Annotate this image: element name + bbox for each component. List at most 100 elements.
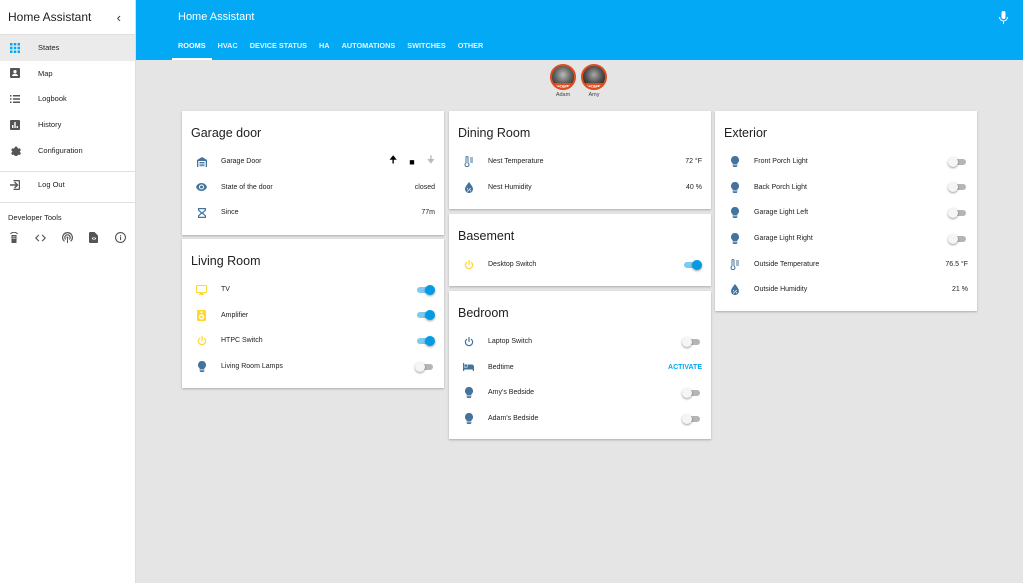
- lightbulb-icon: [463, 413, 474, 425]
- chart-icon: [9, 119, 21, 131]
- sidebar-item-logbook[interactable]: Logbook: [0, 86, 135, 112]
- entity-row[interactable]: Back Porch Light: [715, 175, 977, 201]
- cover-controls: 🠉 ■ 🠋: [389, 153, 435, 170]
- tv-toggle[interactable]: [415, 284, 435, 295]
- card-title: Living Room: [191, 254, 261, 268]
- entity-row[interactable]: Adam's Bedside: [449, 406, 711, 432]
- entity-row[interactable]: Outside Temperature 76.5 °F: [715, 251, 977, 277]
- tab-hvac[interactable]: HVAC: [212, 38, 244, 60]
- avatar: HOME: [581, 64, 607, 90]
- sidebar-item-logout[interactable]: Log Out: [0, 172, 135, 198]
- bed-icon: [463, 362, 474, 373]
- entity-row[interactable]: Laptop Switch: [449, 329, 711, 355]
- tv-icon: [196, 284, 207, 295]
- stop-icon[interactable]: ■: [409, 157, 414, 167]
- power-icon: [463, 259, 474, 270]
- entity-name: Living Room Lamps: [221, 363, 283, 371]
- status-badge: HOME: [553, 83, 573, 88]
- entity-name: Adam's Bedside: [488, 415, 539, 423]
- sidebar-item-label: Logbook: [38, 94, 67, 104]
- entity-row[interactable]: Nest Temperature 72 °F: [449, 149, 711, 175]
- front-porch-light-toggle[interactable]: [948, 156, 968, 167]
- entity-name: TV: [221, 286, 230, 294]
- laptop-switch-toggle[interactable]: [682, 336, 702, 347]
- sidebar-item-label: Configuration: [38, 145, 83, 155]
- tab-automations[interactable]: AUTOMATIONS: [336, 38, 402, 60]
- arrow-down-icon[interactable]: 🠋: [427, 153, 435, 170]
- developer-tools: [0, 232, 135, 244]
- card-title: Garage door: [191, 126, 262, 140]
- entity-row[interactable]: Garage Light Left: [715, 200, 977, 226]
- logout-icon: [9, 179, 21, 191]
- activate-button[interactable]: ACTIVATE: [668, 364, 702, 371]
- entity-value: 21 %: [952, 286, 968, 294]
- card-title: Basement: [458, 229, 515, 243]
- entity-row[interactable]: Since 77m: [182, 200, 444, 226]
- sidebar: Home Assistant ‹ States Map Logbook Hist…: [0, 0, 136, 583]
- living-room-lamps-toggle[interactable]: [415, 361, 435, 372]
- entity-name: State of the door: [221, 183, 273, 191]
- person-badges: HOME Adam HOME Amy: [548, 64, 609, 98]
- entity-row[interactable]: TV: [182, 277, 444, 303]
- entity-row[interactable]: Outside Humidity 21 %: [715, 277, 977, 303]
- entity-row[interactable]: State of the door closed: [182, 175, 444, 201]
- card-basement: Basement Desktop Switch: [449, 214, 711, 286]
- card-bedroom: Bedroom Laptop Switch Bedtime ACTIVATE A…: [449, 291, 711, 439]
- entity-row[interactable]: Amplifier: [182, 303, 444, 329]
- info-icon[interactable]: [114, 232, 126, 244]
- person-badge-amy[interactable]: HOME Amy: [579, 64, 609, 98]
- entity-row[interactable]: Living Room Lamps: [182, 354, 444, 380]
- entity-name: Front Porch Light: [754, 158, 808, 166]
- entity-row[interactable]: Front Porch Light: [715, 149, 977, 175]
- entity-row[interactable]: Garage Door 🠉 ■ 🠋: [182, 149, 444, 175]
- code-icon[interactable]: [35, 232, 47, 244]
- entity-value: 72 °F: [685, 158, 702, 166]
- broadcast-icon[interactable]: [61, 232, 73, 244]
- avatar: HOME: [550, 64, 576, 90]
- sidebar-item-history[interactable]: History: [0, 112, 135, 138]
- card-title: Bedroom: [458, 306, 509, 320]
- entity-name: Outside Humidity: [754, 286, 808, 294]
- chevron-left-icon[interactable]: ‹: [117, 10, 121, 25]
- microphone-icon[interactable]: [998, 11, 1009, 24]
- tab-device-status[interactable]: DEVICE STATUS: [244, 38, 313, 60]
- arrow-up-icon[interactable]: 🠉: [389, 153, 397, 170]
- adams-bedside-toggle[interactable]: [682, 413, 702, 424]
- page-title: Home Assistant: [178, 11, 255, 23]
- tab-ha[interactable]: HA: [313, 38, 336, 60]
- card-dining-room: Dining Room Nest Temperature 72 °F Nest …: [449, 111, 711, 209]
- amys-bedside-toggle[interactable]: [682, 387, 702, 398]
- person-badge-adam[interactable]: HOME Adam: [548, 64, 578, 98]
- file-code-icon[interactable]: [88, 232, 100, 244]
- tab-other[interactable]: OTHER: [452, 38, 490, 60]
- entity-row[interactable]: Nest Humidity 40 %: [449, 175, 711, 201]
- garage-light-right-toggle[interactable]: [948, 233, 968, 244]
- garage-icon: [196, 156, 207, 167]
- sidebar-item-configuration[interactable]: Configuration: [0, 137, 135, 163]
- sidebar-item-map[interactable]: Map: [0, 61, 135, 87]
- entity-name: Laptop Switch: [488, 338, 532, 346]
- sidebar-item-label: Log Out: [38, 180, 65, 190]
- htpc-switch-toggle[interactable]: [415, 335, 435, 346]
- entity-name: Amy's Bedside: [488, 389, 535, 397]
- entity-row[interactable]: Garage Light Right: [715, 226, 977, 252]
- developer-tools-title: Developer Tools: [8, 212, 62, 222]
- speaker-icon: [196, 309, 207, 321]
- amplifier-toggle[interactable]: [415, 310, 435, 321]
- entity-row[interactable]: Amy's Bedside: [449, 380, 711, 406]
- remote-icon[interactable]: [8, 232, 20, 244]
- lightbulb-icon: [196, 361, 207, 373]
- lightbulb-icon: [463, 387, 474, 399]
- back-porch-light-toggle[interactable]: [948, 182, 968, 193]
- sidebar-item-states[interactable]: States: [0, 35, 135, 61]
- tab-rooms[interactable]: ROOMS: [172, 38, 212, 60]
- garage-light-left-toggle[interactable]: [948, 207, 968, 218]
- entity-row[interactable]: Bedtime ACTIVATE: [449, 355, 711, 381]
- status-badge: HOME: [584, 83, 604, 88]
- desktop-switch-toggle[interactable]: [682, 259, 702, 270]
- entity-value: 76.5 °F: [945, 260, 968, 268]
- sidebar-item-label: Map: [38, 68, 53, 78]
- tab-switches[interactable]: SWITCHES: [401, 38, 452, 60]
- entity-row[interactable]: HTPC Switch: [182, 328, 444, 354]
- entity-row[interactable]: Desktop Switch: [449, 252, 711, 278]
